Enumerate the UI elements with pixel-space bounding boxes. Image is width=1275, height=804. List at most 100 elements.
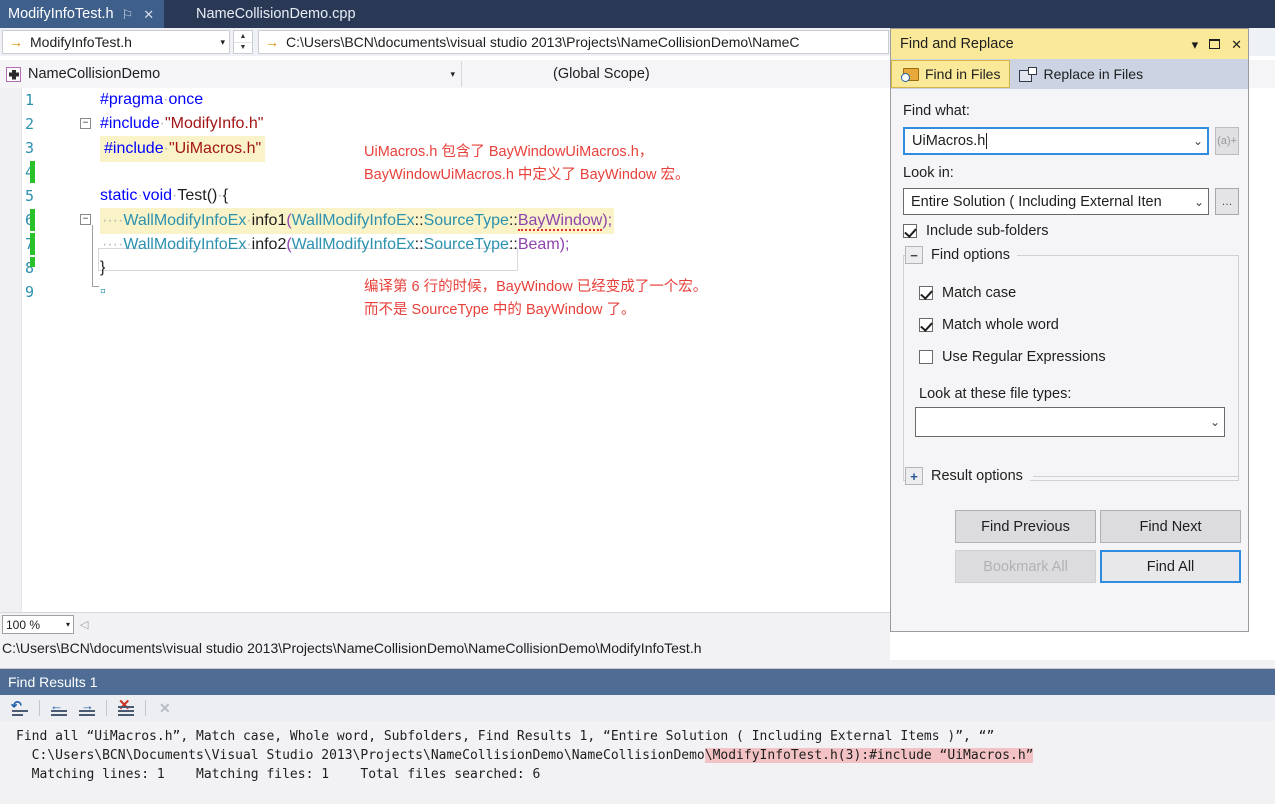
checkbox-icon[interactable] xyxy=(919,286,933,300)
spinner-up-icon[interactable]: ▲ xyxy=(234,31,252,42)
checkbox-icon[interactable] xyxy=(903,224,917,238)
chevron-down-icon[interactable]: ▾ xyxy=(214,37,225,48)
find-what-input[interactable]: UiMacros.h ⌄ xyxy=(903,127,1209,155)
file-path-value: C:\Users\BCN\documents\visual studio 201… xyxy=(286,34,800,50)
code-line-6: ····WallModifyInfoEx·info1(WallModifyInf… xyxy=(100,208,614,234)
previous-location-icon[interactable]: ← xyxy=(48,698,70,718)
look-in-combo[interactable]: Entire Solution ( Including External Ite… xyxy=(903,188,1209,215)
collapse-toggle-function[interactable]: − xyxy=(80,214,91,225)
code-line-5: static·void·Test()·{ xyxy=(100,184,228,208)
find-results-panel: Find Results 1 ↶ ← → ✕ ✕ xyxy=(0,668,1275,804)
result-options-rule xyxy=(1033,476,1239,477)
line-number: 5 xyxy=(0,184,34,208)
status-file-path-text: C:\Users\BCN\documents\visual studio 201… xyxy=(2,640,702,656)
chevron-down-icon[interactable]: ▾ xyxy=(444,69,455,80)
line-number: 3 xyxy=(0,136,34,160)
next-location-icon[interactable]: → xyxy=(76,698,98,718)
close-icon[interactable]: ✕ xyxy=(1231,38,1242,51)
code-token-eof-marker: ▫ xyxy=(100,283,106,300)
code-token-variable: info1 xyxy=(252,212,287,229)
project-scope-combo[interactable]: NameCollisionDemo ▾ xyxy=(0,61,462,87)
spinner-down-icon[interactable]: ▼ xyxy=(234,42,252,54)
close-icon[interactable]: ✕ xyxy=(141,8,156,21)
dialog-title-bar: Find and Replace ▾ ✕ xyxy=(891,29,1248,59)
zoom-level-value: 100 % xyxy=(6,618,40,632)
include-subfolders-checkbox[interactable]: Include sub-folders xyxy=(903,223,1049,239)
use-regex-checkbox[interactable]: Use Regular Expressions xyxy=(919,349,1106,365)
editor-tab-modifyinfotest-h[interactable]: ModifyInfoTest.h ⚐ ✕ xyxy=(0,0,164,28)
code-token-type: WallModifyInfoEx xyxy=(123,212,246,229)
code-editor[interactable]: 1 2 3 4 5 6 7 8 9 − − #pragma·once #incl… xyxy=(0,88,890,612)
project-icon xyxy=(6,67,21,82)
editor-tab-strip: ModifyInfoTest.h ⚐ ✕ NameCollisionDemo.c… xyxy=(0,0,1275,28)
result-path-prefix: C:\Users\BCN\Documents\Visual Studio 201… xyxy=(16,748,705,763)
code-line-3: #include·"UiMacros.h" xyxy=(100,136,265,162)
find-results-toolbar: ↶ ← → ✕ ✕ xyxy=(0,695,1275,721)
tab-replace-in-files[interactable]: Replace in Files xyxy=(1010,59,1152,89)
code-token-include: #include xyxy=(104,140,164,157)
result-options-header[interactable]: + Result options xyxy=(905,467,1030,485)
find-results-title: Find Results 1 xyxy=(0,669,1275,695)
change-indicator xyxy=(30,161,35,183)
find-all-button[interactable]: Find All xyxy=(1100,550,1241,583)
file-types-combo[interactable]: ⌄ xyxy=(915,407,1225,437)
chevron-down-icon[interactable]: ▾ xyxy=(1192,38,1199,51)
code-token-enum-value-baywindow: BayWindow xyxy=(518,212,602,231)
find-and-replace-dialog[interactable]: Find and Replace ▾ ✕ Find in Files Repla… xyxy=(890,28,1249,632)
checkbox-icon[interactable] xyxy=(919,350,933,364)
change-indicator xyxy=(30,233,35,255)
tab-find-in-files[interactable]: Find in Files xyxy=(891,60,1010,88)
file-nav-spinner[interactable]: ▲ ▼ xyxy=(233,30,253,54)
expand-toggle-icon[interactable]: + xyxy=(905,467,923,485)
find-results-line-3: Matching lines: 1 Matching files: 1 Tota… xyxy=(16,765,540,784)
cancel-icon: ✕ xyxy=(154,698,176,718)
match-case-checkbox[interactable]: Match case xyxy=(919,285,1016,301)
file-selector-combo[interactable]: → ModifyInfoTest.h ▾ xyxy=(2,30,230,54)
chevron-down-icon[interactable]: ⌄ xyxy=(1205,415,1220,429)
code-token-pragma: #pragma xyxy=(100,91,163,108)
browse-folder-button[interactable]: … xyxy=(1215,188,1239,215)
indent-dots: ···· xyxy=(102,212,123,229)
code-token-header-string: "UiMacros.h" xyxy=(169,140,261,157)
find-results-line-2[interactable]: C:\Users\BCN\Documents\Visual Studio 201… xyxy=(16,746,1033,765)
find-previous-button[interactable]: Find Previous xyxy=(955,510,1096,543)
horizontal-scroll-left-icon[interactable]: ◁ xyxy=(80,618,88,631)
clear-all-icon[interactable]: ✕ xyxy=(115,698,137,718)
code-token-qualifier: WallModifyInfoEx xyxy=(292,236,415,253)
find-results-output[interactable]: Find all “UiMacros.h”, Match case, Whole… xyxy=(0,725,1275,804)
file-path-combo[interactable]: → C:\Users\BCN\documents\visual studio 2… xyxy=(258,30,889,54)
code-token-enum-type: SourceType xyxy=(424,236,509,253)
tab-find-in-files-label: Find in Files xyxy=(925,66,1000,82)
find-options-header[interactable]: − Find options xyxy=(905,246,1017,264)
result-options-label: Result options xyxy=(931,468,1023,484)
code-line-7: ····WallModifyInfoEx·info2(WallModifyInf… xyxy=(100,232,571,258)
toolbar-separator xyxy=(39,700,40,716)
collapse-toggle-include[interactable]: − xyxy=(80,118,91,129)
chevron-down-icon[interactable]: ⌄ xyxy=(1189,195,1204,209)
expand-find-expression-button[interactable]: (a)+ xyxy=(1215,127,1239,155)
result-match-hit[interactable]: \ModifyInfoTest.h(3):#include “UiMacros.… xyxy=(705,748,1034,763)
chevron-down-icon[interactable]: ▾ xyxy=(66,620,70,629)
find-results-title-text: Find Results 1 xyxy=(8,674,97,690)
code-token-scope-op: :: xyxy=(509,212,518,229)
member-scope-combo[interactable]: (Global Scope) xyxy=(462,61,890,87)
code-line-9: ▫ xyxy=(100,280,106,304)
line-number: 9 xyxy=(0,280,34,304)
editor-tab-namecollisiondemo-cpp[interactable]: NameCollisionDemo.cpp xyxy=(188,0,364,28)
find-next-button[interactable]: Find Next xyxy=(1100,510,1241,543)
zoom-level-combo[interactable]: 100 % ▾ xyxy=(2,615,74,634)
replace-in-files-icon xyxy=(1019,67,1036,81)
collapse-toggle-icon[interactable]: − xyxy=(905,246,923,264)
pin-icon[interactable]: ⚐ xyxy=(120,8,136,21)
checkbox-icon[interactable] xyxy=(919,318,933,332)
match-whole-word-checkbox[interactable]: Match whole word xyxy=(919,317,1059,333)
find-what-label: Find what: xyxy=(903,103,970,119)
maximize-icon[interactable] xyxy=(1209,39,1220,49)
code-token-scope-op: :: xyxy=(509,236,518,253)
editor-tab-label: ModifyInfoTest.h xyxy=(8,6,114,22)
line-number: 8 xyxy=(0,256,34,280)
code-token-function-name: Test() xyxy=(177,187,217,204)
go-to-location-icon[interactable]: ↶ xyxy=(9,698,31,718)
chevron-down-icon[interactable]: ⌄ xyxy=(1188,134,1203,148)
include-subfolders-label: Include sub-folders xyxy=(926,223,1049,239)
